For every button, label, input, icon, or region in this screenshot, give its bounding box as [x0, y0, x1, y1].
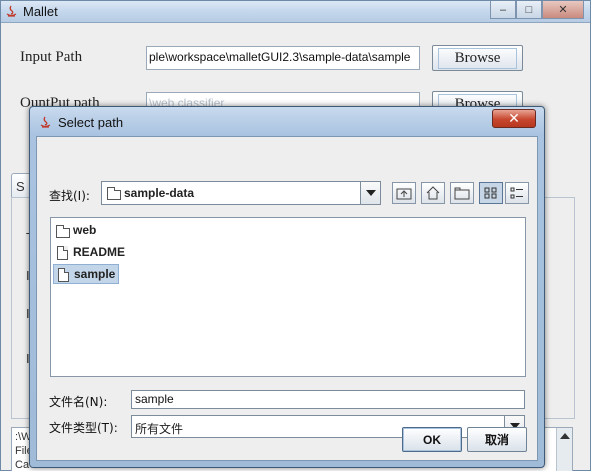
java-icon [6, 5, 17, 17]
folder-icon [56, 225, 70, 238]
filetype-value: 所有文件 [135, 422, 184, 436]
cancel-button[interactable]: 取消 [467, 427, 527, 452]
file-name: sample [74, 267, 116, 281]
dialog-body: 查找(I): sample-data web README sample 文件名… [36, 136, 538, 461]
dialog-title: Select path [58, 115, 124, 130]
filename-input[interactable]: sample [131, 390, 525, 409]
chevron-down-icon[interactable] [360, 182, 380, 204]
list-item-web[interactable]: web [53, 221, 99, 241]
file-name: README [73, 245, 126, 259]
ok-button[interactable]: OK [402, 427, 462, 452]
select-path-dialog: Select path ✕ 查找(I): sample-data web REA… [29, 106, 545, 468]
browse-input-button[interactable]: Browse [432, 45, 523, 71]
file-list[interactable]: web README sample [50, 217, 526, 377]
list-item-readme[interactable]: README [53, 243, 128, 263]
browse-input-label: Browse [437, 47, 518, 69]
minimize-icon[interactable]: – [490, 1, 516, 19]
file-name: web [73, 223, 97, 237]
log-scrollbar[interactable] [556, 428, 572, 471]
up-one-level-icon[interactable] [392, 182, 416, 204]
maximize-icon[interactable]: □ [516, 1, 542, 19]
filetype-combo[interactable]: 所有文件 [131, 415, 525, 438]
details-view-icon[interactable] [505, 182, 529, 204]
scroll-up-icon[interactable] [559, 433, 570, 439]
file-icon [58, 268, 69, 282]
java-icon [40, 116, 51, 128]
look-in-label: 查找(I): [49, 189, 90, 203]
home-icon[interactable] [421, 182, 445, 204]
filename-label: 文件名(N): [49, 395, 108, 409]
filetype-label: 文件类型(T): [49, 421, 118, 435]
input-path-label: Input Path [20, 49, 83, 65]
list-view-icon[interactable] [479, 182, 503, 204]
main-titlebar[interactable]: Mallet – □ ✕ [1, 1, 590, 23]
window-title: Mallet [23, 4, 58, 19]
close-icon[interactable]: ✕ [542, 1, 584, 19]
look-in-combo[interactable]: sample-data [101, 181, 381, 205]
folder-icon [107, 187, 121, 200]
file-icon [57, 246, 68, 260]
input-path-field[interactable]: ple\workspace\malletGUI2.3\sample-data\s… [146, 46, 420, 70]
list-item-sample[interactable]: sample [53, 264, 120, 284]
look-in-value: sample-data [124, 186, 195, 200]
new-folder-icon[interactable] [450, 182, 474, 204]
close-icon[interactable]: ✕ [492, 109, 536, 128]
